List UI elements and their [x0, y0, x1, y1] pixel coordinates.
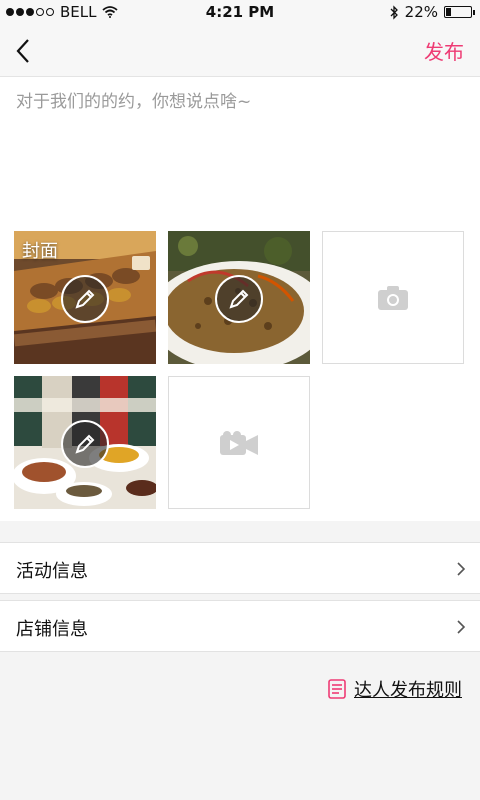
menu-item-label: 活动信息 — [16, 561, 88, 582]
publish-button[interactable]: 发布 — [424, 36, 464, 65]
chevron-right-icon — [457, 620, 466, 634]
video-camera-icon — [220, 430, 258, 455]
menu-item-store-info[interactable]: 店铺信息 — [0, 600, 480, 652]
publish-rules-link[interactable]: 达人发布规则 — [328, 676, 462, 702]
document-icon — [328, 679, 346, 699]
camera-icon — [378, 285, 408, 310]
photo-thumbnail[interactable] — [168, 231, 310, 364]
add-video-button[interactable] — [168, 376, 310, 509]
battery-icon — [444, 6, 475, 18]
publish-rules-label: 达人发布规则 — [354, 680, 462, 701]
photo-thumbnail-cover[interactable]: 封面 — [14, 231, 156, 364]
battery-fill — [446, 8, 452, 16]
nav-bar: 发布 — [0, 24, 480, 77]
menu-item-label: 店铺信息 — [16, 619, 88, 640]
post-text-input[interactable] — [14, 85, 470, 219]
status-right: 22% — [389, 3, 475, 21]
status-bar: BELL 4:21 PM 22% — [0, 0, 480, 24]
chevron-right-icon — [457, 562, 466, 576]
battery-percent: 22% — [404, 3, 438, 21]
back-button[interactable] — [10, 36, 40, 66]
bluetooth-icon — [390, 4, 398, 20]
edit-pencil-icon[interactable] — [61, 275, 109, 323]
post-editor: 封面 — [0, 77, 480, 521]
photo-thumbnail[interactable] — [14, 376, 156, 509]
chevron-left-icon — [16, 39, 29, 63]
cover-label: 封面 — [22, 241, 58, 262]
edit-pencil-icon[interactable] — [215, 275, 263, 323]
add-photo-button[interactable] — [322, 231, 464, 364]
menu-item-activity-info[interactable]: 活动信息 — [0, 542, 480, 594]
edit-pencil-icon[interactable] — [61, 420, 109, 468]
